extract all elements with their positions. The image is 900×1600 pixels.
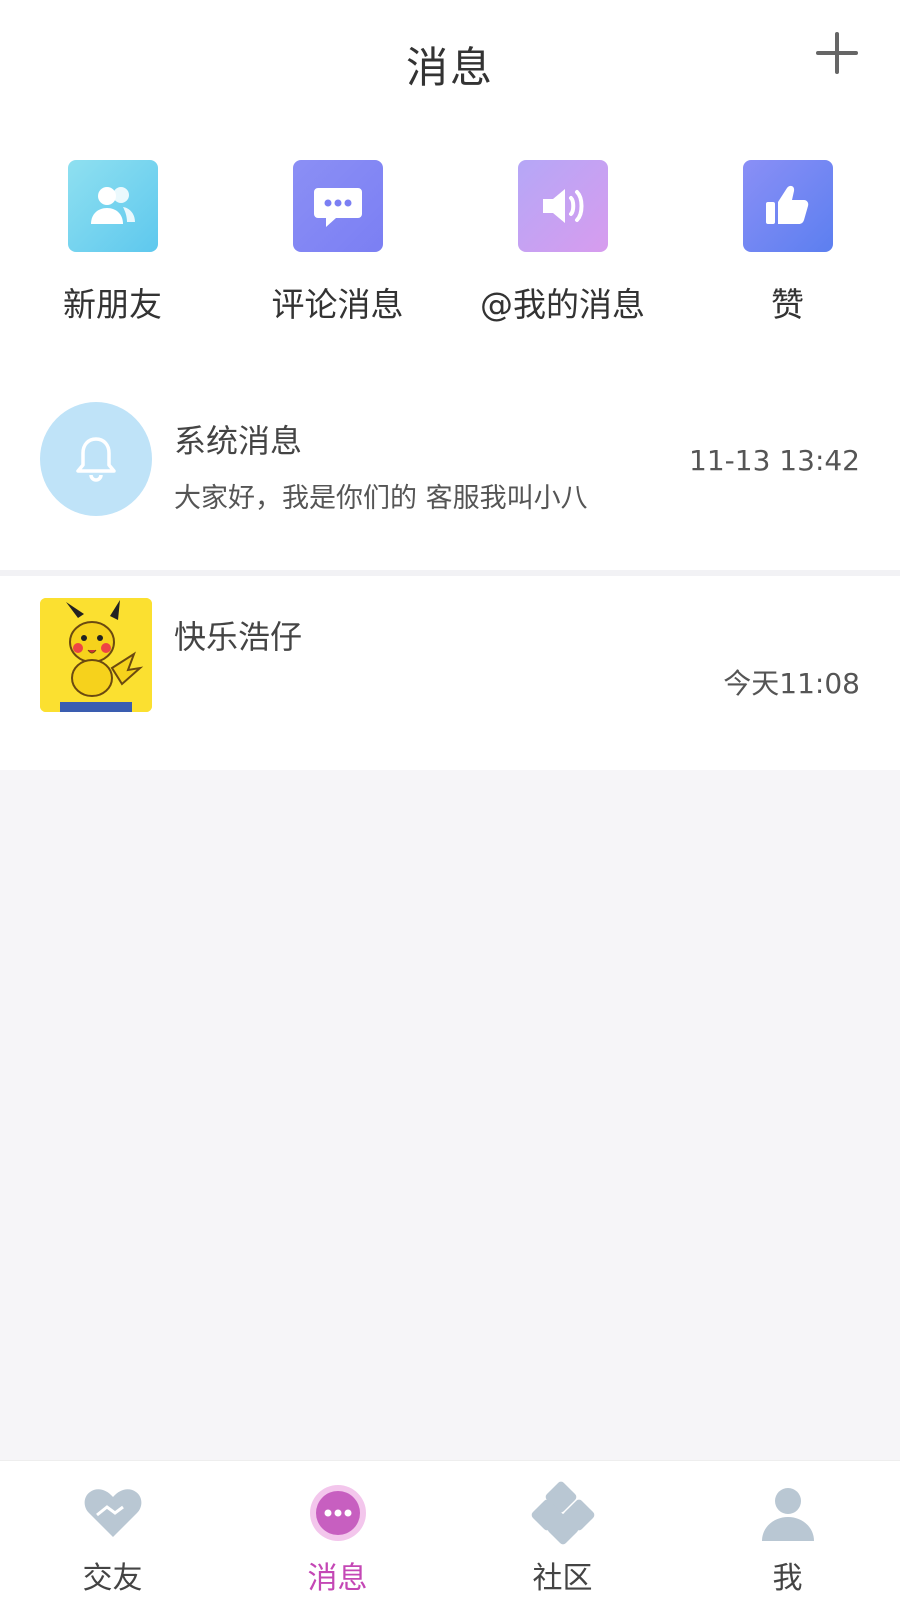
conversation-row-user[interactable]: 快乐浩仔 今天11:08 [0, 576, 900, 768]
top-bar: 消息 [0, 0, 900, 120]
comment-bubble-icon [292, 160, 383, 252]
tab-messages[interactable]: 消息 [225, 1461, 450, 1600]
tab-friends[interactable]: 交友 [0, 1461, 225, 1600]
conversation-name: 系统消息 [174, 422, 303, 460]
quick-action-likes[interactable]: 赞 [675, 160, 900, 340]
quick-action-label: @我的消息 [480, 285, 645, 324]
conversation-row-system[interactable]: 系统消息 大家好，我是你们的 客服我叫小八 11-13 13:42 [0, 380, 900, 576]
quick-action-comments[interactable]: 评论消息 [225, 160, 450, 340]
tab-label: 社区 [532, 1561, 593, 1596]
conversation-time: 11-13 13:42 [689, 444, 860, 477]
bell-icon [40, 402, 152, 516]
conversation-list: 系统消息 大家好，我是你们的 客服我叫小八 11-13 13:42 快乐浩仔 今… [0, 380, 900, 768]
tab-me[interactable]: 我 [675, 1461, 900, 1600]
page-title: 消息 [405, 43, 494, 92]
thumbs-up-icon [742, 160, 833, 252]
conversation-preview: 大家好，我是你们的 客服我叫小八 [174, 483, 588, 514]
conversation-time: 今天11:08 [723, 667, 860, 700]
quick-action-new-friends[interactable]: 新朋友 [0, 160, 225, 340]
quick-actions: 新朋友 评论消息 @我的消息 赞 [0, 160, 900, 340]
quick-action-mentions[interactable]: @我的消息 [450, 160, 675, 340]
bottom-tab-bar: 交友 消息 社区 我 [0, 1460, 900, 1600]
tab-label: 消息 [307, 1561, 368, 1596]
friends-icon [67, 160, 158, 252]
chat-dots-icon [306, 1481, 370, 1545]
tab-community[interactable]: 社区 [450, 1461, 675, 1600]
quick-action-label: 评论消息 [271, 285, 404, 324]
speaker-icon [517, 160, 608, 252]
quick-action-label: 新朋友 [63, 285, 162, 324]
quick-action-label: 赞 [771, 285, 804, 324]
empty-area [0, 770, 900, 1460]
plus-icon[interactable] [814, 30, 860, 76]
community-icon [531, 1481, 595, 1545]
pikachu-avatar [40, 598, 152, 712]
handshake-heart-icon [81, 1481, 145, 1545]
tab-label: 我 [772, 1561, 803, 1596]
conversation-name: 快乐浩仔 [174, 618, 303, 656]
tab-label: 交友 [82, 1561, 143, 1596]
person-icon [756, 1481, 820, 1545]
